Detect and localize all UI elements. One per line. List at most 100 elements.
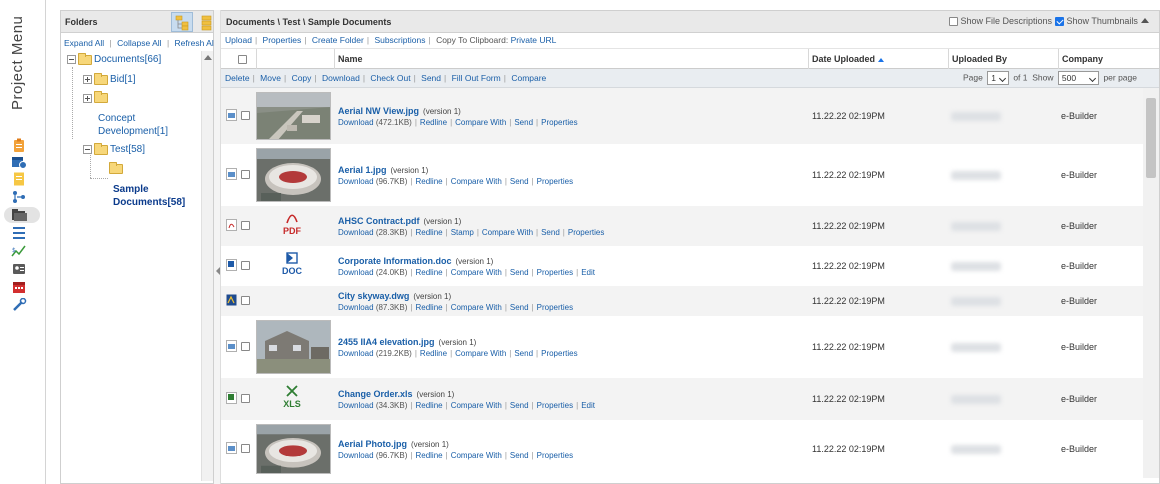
- tree-node-sample-documents[interactable]: [109, 162, 125, 175]
- send-action-link[interactable]: Send: [510, 303, 529, 312]
- tree-view-button[interactable]: [171, 12, 193, 32]
- show-thumbnails-checkbox[interactable]: [1055, 17, 1064, 27]
- redline-action-link[interactable]: Redline: [415, 401, 442, 410]
- edit-action-link[interactable]: Edit: [581, 268, 595, 277]
- list-icon[interactable]: [11, 226, 27, 240]
- expand-all-link[interactable]: Expand All: [64, 38, 104, 48]
- collapse-toggle[interactable]: [67, 55, 76, 64]
- send-action-link[interactable]: Send: [514, 118, 533, 127]
- stamp-action-link[interactable]: Stamp: [451, 228, 474, 237]
- download-action-link[interactable]: Download: [338, 228, 374, 237]
- document-scrollbar[interactable]: [1143, 88, 1159, 478]
- image-thumbnail[interactable]: [256, 424, 331, 474]
- calendar-clock-icon[interactable]: [11, 155, 27, 169]
- table-row[interactable]: 2455 IIA4 elevation.jpg (version 1) Downlo…: [221, 316, 1143, 378]
- xls-thumbnail[interactable]: XLS: [281, 385, 303, 409]
- file-name-link[interactable]: Corporate Information.doc: [338, 256, 452, 266]
- image-thumbnail[interactable]: [256, 92, 331, 140]
- properties-action-link[interactable]: Properties: [537, 177, 573, 186]
- pdf-thumbnail[interactable]: PDF: [281, 212, 303, 236]
- properties-link[interactable]: Properties: [263, 35, 302, 45]
- show-descriptions-option[interactable]: Show File Descriptions: [949, 16, 1052, 27]
- download-action-link[interactable]: Download: [338, 401, 374, 410]
- file-name-link[interactable]: Aerial NW View.jpg: [338, 106, 419, 116]
- subscriptions-link[interactable]: Subscriptions: [374, 35, 425, 45]
- collapse-header-icon[interactable]: [1141, 18, 1149, 23]
- properties-action-link[interactable]: Properties: [541, 349, 577, 358]
- fill-out-form-link[interactable]: Fill Out Form: [452, 73, 501, 83]
- image-thumbnail[interactable]: [256, 320, 331, 374]
- properties-action-link[interactable]: Properties: [541, 118, 577, 127]
- note-icon[interactable]: [11, 172, 27, 186]
- properties-action-link[interactable]: Properties: [537, 401, 573, 410]
- redline-action-link[interactable]: Redline: [415, 303, 442, 312]
- tools-icon[interactable]: [11, 298, 27, 312]
- file-name-link[interactable]: City skyway.dwg: [338, 291, 409, 301]
- send-action-link[interactable]: Send: [510, 177, 529, 186]
- tree-label-sample-documents[interactable]: Sample Documents[58]: [113, 183, 193, 209]
- scrollbar-thumb[interactable]: [1146, 98, 1156, 178]
- file-name-link[interactable]: Aerial 1.jpg: [338, 165, 387, 175]
- scroll-up-arrow-icon[interactable]: [204, 55, 212, 60]
- properties-action-link[interactable]: Properties: [537, 303, 573, 312]
- compare-with-action-link[interactable]: Compare With: [451, 268, 502, 277]
- expand-toggle[interactable]: [83, 93, 92, 103]
- collapse-toggle[interactable]: [83, 145, 92, 154]
- table-row[interactable]: DOC Corporate Information.doc (version 1) D…: [221, 246, 1143, 286]
- tree-node-documents[interactable]: Documents[66]: [67, 52, 161, 65]
- folders-icon[interactable]: [11, 208, 27, 222]
- page-select[interactable]: 1: [987, 71, 1009, 85]
- uploaded-by-column-header[interactable]: Uploaded By: [948, 49, 1058, 69]
- table-row[interactable]: Aerial Photo.jpg (version 1) Download (96.…: [221, 420, 1143, 478]
- select-all-checkbox[interactable]: [238, 55, 247, 65]
- redline-action-link[interactable]: Redline: [415, 177, 442, 186]
- row-checkbox[interactable]: [241, 342, 250, 351]
- table-row[interactable]: Aerial 1.jpg (version 1) Download (96.7KB)…: [221, 144, 1143, 206]
- compare-link[interactable]: Compare: [511, 73, 546, 83]
- panel-splitter[interactable]: [214, 10, 221, 484]
- compare-with-action-link[interactable]: Compare With: [455, 118, 506, 127]
- row-checkbox[interactable]: [241, 444, 250, 453]
- compare-with-action-link[interactable]: Compare With: [451, 451, 502, 460]
- edit-action-link[interactable]: Edit: [581, 401, 595, 410]
- file-name-link[interactable]: AHSC Contract.pdf: [338, 216, 420, 226]
- private-url-link[interactable]: Private URL: [511, 35, 557, 45]
- refresh-all-link[interactable]: Refresh All: [175, 38, 216, 48]
- redline-action-link[interactable]: Redline: [415, 451, 442, 460]
- tree-label-concept-development[interactable]: Concept Development[1]: [98, 112, 188, 138]
- file-name-link[interactable]: Aerial Photo.jpg: [338, 439, 407, 449]
- compare-with-action-link[interactable]: Compare With: [451, 303, 502, 312]
- company-column-header[interactable]: Company: [1058, 49, 1143, 69]
- properties-action-link[interactable]: Properties: [537, 451, 573, 460]
- redline-action-link[interactable]: Redline: [420, 349, 447, 358]
- check-out-link[interactable]: Check Out: [370, 73, 410, 83]
- download-action-link[interactable]: Download: [338, 177, 374, 186]
- row-checkbox[interactable]: [241, 170, 250, 179]
- row-checkbox[interactable]: [241, 111, 250, 120]
- org-chart-icon[interactable]: [11, 190, 27, 204]
- properties-action-link[interactable]: Properties: [568, 228, 604, 237]
- file-name-link[interactable]: 2455 IIA4 elevation.jpg: [338, 337, 435, 347]
- download-link[interactable]: Download: [322, 73, 360, 83]
- download-action-link[interactable]: Download: [338, 303, 374, 312]
- tree-node-bid[interactable]: Bid[1]: [83, 72, 136, 85]
- properties-action-link[interactable]: Properties: [537, 268, 573, 277]
- send-link[interactable]: Send: [421, 73, 441, 83]
- table-row[interactable]: PDF AHSC Contract.pdf (version 1) Download …: [221, 206, 1143, 246]
- send-action-link[interactable]: Send: [510, 451, 529, 460]
- send-action-link[interactable]: Send: [514, 349, 533, 358]
- copy-link[interactable]: Copy: [292, 73, 312, 83]
- tree-node-concept-development[interactable]: [83, 91, 110, 104]
- cash-chart-icon[interactable]: $: [11, 244, 27, 258]
- compare-with-action-link[interactable]: Compare With: [451, 401, 502, 410]
- download-action-link[interactable]: Download: [338, 118, 374, 127]
- compare-with-action-link[interactable]: Compare With: [451, 177, 502, 186]
- collapse-arrow-icon[interactable]: [216, 267, 220, 275]
- download-action-link[interactable]: Download: [338, 349, 374, 358]
- file-name-link[interactable]: Change Order.xls: [338, 389, 413, 399]
- expand-toggle[interactable]: [83, 75, 92, 84]
- project-menu-label[interactable]: Project Menu: [9, 16, 26, 110]
- name-column-header[interactable]: Name: [334, 49, 808, 69]
- table-row[interactable]: XLS Change Order.xls (version 1) Download (…: [221, 378, 1143, 420]
- redline-action-link[interactable]: Redline: [415, 228, 442, 237]
